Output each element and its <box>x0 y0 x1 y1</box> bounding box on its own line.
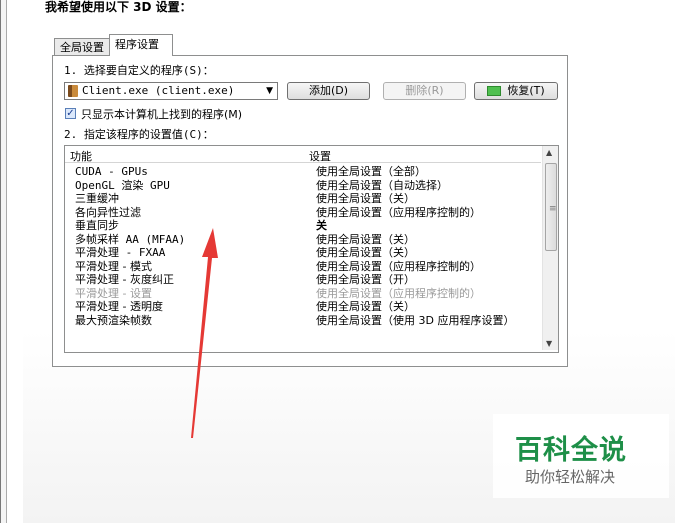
watermark: 百科全说 助你轻松解决 <box>493 414 669 498</box>
red-arrow-icon <box>191 228 218 438</box>
tab-program-settings[interactable]: 程序设置 <box>109 34 173 56</box>
watermark-title: 百科全说 <box>515 435 627 466</box>
watermark-subtitle: 助你轻松解决 <box>525 468 616 486</box>
